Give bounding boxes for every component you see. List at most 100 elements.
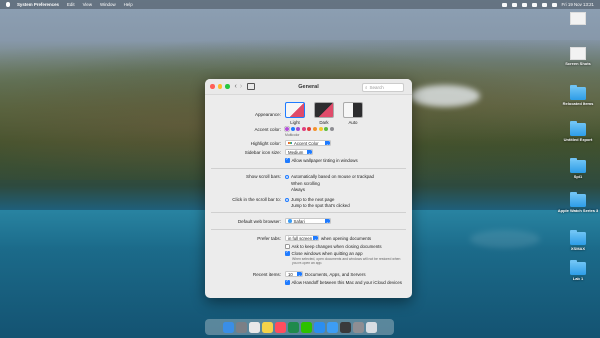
prefer-tabs-label: Prefer tabs: (257, 236, 281, 241)
menu-clock[interactable]: Fri 19 Nov 13:21 (562, 2, 594, 7)
chrome-icon[interactable] (248, 321, 260, 333)
folder-icon (570, 260, 586, 275)
accent-swatch[interactable] (329, 127, 334, 131)
recent-items-label: Recent items: (252, 272, 281, 277)
light-thumbnail (285, 102, 305, 118)
highlight-select[interactable]: Accent Color ⌄ (285, 140, 331, 146)
jump-page-radio[interactable] (285, 197, 289, 202)
wallpaper-tinting-checkbox[interactable] (285, 157, 290, 163)
accent-swatch[interactable] (324, 127, 329, 131)
desktop-item[interactable]: Screen Shots (556, 47, 600, 66)
menu-view[interactable]: View (83, 2, 92, 7)
appearance-options: Light Dark Auto (285, 102, 363, 125)
wallpaper-tinting-option[interactable]: Allow wallpaper tinting in windows (285, 157, 358, 163)
menu-help[interactable]: Help (124, 2, 133, 7)
trash-icon[interactable] (365, 321, 377, 333)
show-all-icon[interactable] (247, 83, 256, 90)
jump-spot-label: Jump to the spot that's clicked (291, 203, 350, 208)
menu-window[interactable]: Window (100, 2, 116, 7)
accent-swatch[interactable] (312, 127, 317, 131)
desktop-item[interactable]: XSMAX (556, 230, 600, 251)
prefer-tabs-suffix: when opening documents (321, 236, 372, 241)
accent-swatch[interactable] (307, 127, 312, 131)
desktop-item[interactable] (556, 12, 600, 26)
status-icon[interactable] (521, 2, 527, 7)
desktop-item[interactable]: Lab 1 (556, 260, 600, 281)
browser-select[interactable]: Safari ⌄ (285, 218, 331, 224)
desktop-item[interactable]: Spi1 (556, 158, 600, 179)
appearance-label: Appearance: (254, 112, 281, 117)
search-icon: ⌕ (365, 85, 368, 90)
search-placeholder: Search (369, 85, 384, 90)
forward-icon[interactable]: › (240, 83, 242, 90)
appearance-dark[interactable]: Dark (314, 102, 334, 125)
desktop-item[interactable]: Untitled Export (556, 121, 600, 142)
wifi-icon[interactable] (531, 2, 537, 7)
desktop-item-label: Lab 1 (572, 276, 584, 281)
safari-icon[interactable] (326, 321, 338, 333)
search-icon[interactable] (541, 2, 547, 7)
jump-page-label: Jump to the next page (291, 197, 335, 202)
finder-icon[interactable] (222, 321, 234, 333)
handoff-option[interactable]: Allow Handoff between this Mac and your … (285, 279, 402, 285)
notes-icon[interactable] (261, 321, 273, 333)
highlight-swatch (288, 141, 292, 145)
zoom-button[interactable] (225, 84, 230, 89)
desktop-item-label: Apple Watch Series 3 (557, 208, 599, 213)
highlight-value: Accent Color (294, 140, 319, 146)
jump-spot-option[interactable]: Jump to the spot that's clicked (285, 203, 350, 208)
chevron-down-icon: ⌄ (297, 272, 302, 277)
music-icon[interactable] (274, 321, 286, 333)
appearance-light[interactable]: Light (285, 102, 305, 125)
dock (205, 319, 394, 335)
status-icon[interactable] (501, 2, 507, 7)
folder-icon (570, 158, 586, 173)
launchpad-icon[interactable] (235, 321, 247, 333)
recent-items-select[interactable]: 10 ⌄ (285, 271, 303, 277)
accent-swatch[interactable] (318, 127, 323, 131)
handoff-checkbox[interactable] (285, 279, 290, 285)
appearance-auto[interactable]: Auto (343, 102, 363, 125)
ask-keep-checkbox[interactable] (285, 244, 290, 249)
ask-keep-option[interactable]: Ask to keep changes when closing documen… (285, 244, 382, 249)
sidebar-size-select[interactable]: Medium ⌄ (285, 149, 313, 155)
search-field[interactable]: ⌕ Search (362, 83, 404, 92)
control-center-icon[interactable] (551, 2, 557, 7)
folder-icon (570, 85, 586, 100)
excel-icon[interactable] (287, 321, 299, 333)
wechat-icon[interactable] (300, 321, 312, 333)
accent-swatch[interactable] (285, 127, 289, 131)
scroll-when-option[interactable]: When scrolling (285, 181, 320, 186)
desktop-item[interactable]: Apple Watch Series 3 (556, 192, 600, 213)
accent-swatch[interactable] (296, 127, 301, 131)
status-icon[interactable] (511, 2, 517, 7)
sidebar-size-label: Sidebar icon size: (244, 150, 281, 155)
desktop-item[interactable]: Relocated Items (556, 85, 600, 106)
menu-app-name[interactable]: System Preferences (17, 2, 59, 7)
scroll-click-label: Click in the scroll bar to: (232, 197, 281, 202)
appstore-icon[interactable] (313, 321, 325, 333)
close-button[interactable] (210, 84, 215, 89)
safari-icon (288, 219, 292, 223)
back-icon[interactable]: ‹ (235, 83, 237, 90)
close-windows-checkbox[interactable] (285, 250, 290, 256)
scroll-auto-option[interactable]: Automatically based on mouse or trackpad (285, 174, 374, 179)
wallpaper-tinting-label: Allow wallpaper tinting in windows (291, 158, 358, 163)
recent-items-value: 10 (288, 271, 293, 277)
apple-menu-icon[interactable] (6, 2, 10, 7)
screen-icon[interactable] (339, 321, 351, 333)
desktop-item-label: Screen Shots (565, 61, 591, 66)
accent-label: Accent color: (254, 127, 281, 132)
minimize-button[interactable] (217, 84, 222, 89)
close-windows-option[interactable]: Close windows when quitting an app (285, 250, 363, 256)
prefer-tabs-select[interactable]: in full screen ⌄ (285, 235, 319, 241)
desktop-item-label: XSMAX (570, 246, 586, 251)
scroll-auto-radio[interactable] (285, 174, 289, 179)
accent-swatch[interactable] (290, 127, 295, 131)
accent-swatch[interactable] (301, 127, 306, 131)
preferences-icon[interactable] (352, 321, 364, 333)
recent-items-suffix: Documents, Apps, and Servers (305, 272, 366, 277)
jump-page-option[interactable]: Jump to the next page (285, 197, 334, 202)
scroll-always-option[interactable]: Always (285, 187, 305, 192)
menu-edit[interactable]: Edit (67, 2, 75, 7)
